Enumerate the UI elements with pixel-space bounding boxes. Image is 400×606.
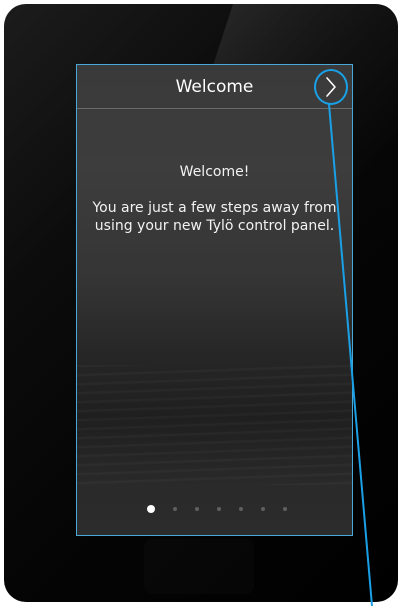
page-dot-5 (238, 507, 243, 511)
page-dot-3 (194, 507, 199, 511)
chevron-right-icon (326, 77, 336, 97)
control-panel-device: Welcome Welcome! You are just a few step… (4, 4, 398, 602)
device-bezel-reflection (144, 539, 254, 594)
background-water-image (77, 365, 352, 485)
touch-screen: Welcome Welcome! You are just a few step… (76, 64, 353, 536)
page-dot-1 (146, 505, 155, 513)
page-indicator (77, 499, 352, 519)
welcome-body-text: You are just a few steps away from using… (92, 200, 337, 234)
next-button[interactable] (314, 69, 348, 105)
screen-header: Welcome (77, 65, 352, 109)
page-dot-4 (216, 507, 221, 511)
page-dot-2 (172, 507, 177, 511)
page-title: Welcome (175, 77, 254, 97)
welcome-headline: Welcome! (179, 164, 250, 180)
welcome-message: Welcome! You are just a few steps away f… (77, 163, 352, 235)
page-dot-6 (260, 507, 265, 511)
page-dot-7 (282, 507, 287, 511)
